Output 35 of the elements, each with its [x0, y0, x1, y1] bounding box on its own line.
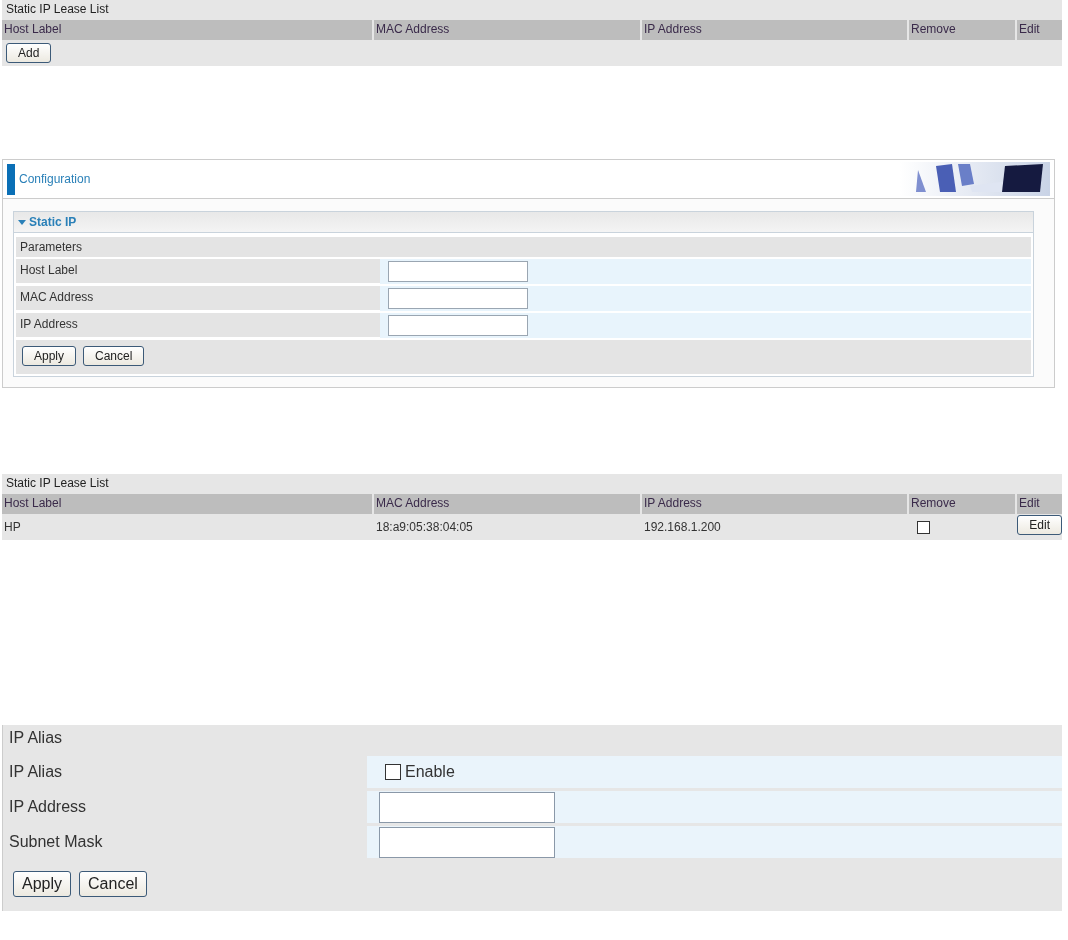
panel-title: IP Alias — [8, 728, 64, 748]
checkbox-label: Enable — [405, 763, 455, 781]
column-header: IP Address — [642, 20, 907, 40]
panel-title: Static IP Lease List — [5, 1, 110, 18]
apply-button[interactable]: Apply — [13, 871, 72, 897]
input-field[interactable] — [388, 288, 528, 309]
field-label: MAC Address — [16, 286, 380, 310]
section-title: Static IP — [29, 215, 77, 229]
apply-button[interactable]: Apply — [22, 346, 77, 366]
field-label: IP Address — [16, 313, 380, 337]
remove-checkbox[interactable] — [917, 520, 930, 534]
section-header[interactable]: Static IP — [14, 212, 1033, 233]
enable-checkbox[interactable] — [385, 764, 401, 780]
edit-button[interactable]: Edit — [1017, 515, 1062, 535]
input-field[interactable] — [379, 826, 555, 858]
panel-title: Static IP Lease List — [5, 475, 110, 492]
panel-title: Configuration — [19, 172, 92, 186]
column-header: MAC Address — [374, 20, 640, 40]
input-field[interactable] — [379, 791, 555, 823]
parameters-header: Parameters — [16, 237, 1031, 257]
column-header: Host Label — [2, 494, 372, 514]
column-header: MAC Address — [374, 494, 640, 514]
column-header: Host Label — [2, 20, 372, 40]
cancel-button[interactable]: Cancel — [83, 346, 145, 366]
column-header: Remove — [909, 20, 1015, 40]
accent-bar-icon — [7, 163, 15, 195]
add-button[interactable]: Add — [6, 43, 52, 63]
cancel-button[interactable]: Cancel — [79, 871, 147, 897]
column-header: Edit — [1017, 494, 1062, 514]
column-header: IP Address — [642, 494, 907, 514]
field-label: Host Label — [16, 259, 380, 283]
input-field[interactable] — [388, 261, 528, 282]
column-header: Remove — [909, 494, 1015, 514]
column-header: Edit — [1017, 20, 1062, 40]
input-field[interactable] — [388, 315, 528, 336]
